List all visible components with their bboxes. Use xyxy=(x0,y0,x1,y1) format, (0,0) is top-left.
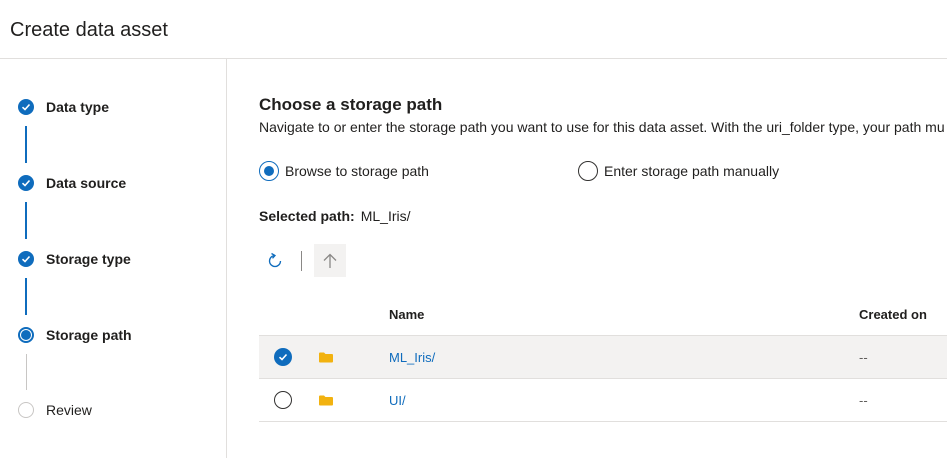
column-header-name[interactable]: Name xyxy=(389,307,424,322)
row-name-link[interactable]: ML_Iris/ xyxy=(389,336,435,378)
step-label: Data type xyxy=(46,99,110,115)
row-name-link[interactable]: UI/ xyxy=(389,379,406,421)
selected-path-value: ML_Iris/ xyxy=(360,208,411,224)
table-header: Name Created on xyxy=(259,295,947,336)
row-created-on: -- xyxy=(859,349,868,365)
step-label: Storage path xyxy=(46,327,132,343)
step-label: Data source xyxy=(46,175,127,191)
selected-path: Selected path: ML_Iris/ xyxy=(259,208,411,224)
row-select-cell xyxy=(274,379,292,421)
folder-icon xyxy=(319,352,333,362)
step-data-source[interactable]: Data source xyxy=(18,173,126,193)
step-label: Review xyxy=(46,402,92,418)
wizard-steps: Data type Data source Storage type Stora… xyxy=(0,59,227,458)
row-select-cell xyxy=(274,336,292,378)
step-label: Storage type xyxy=(46,251,131,267)
step-connector xyxy=(25,202,27,239)
step-data-type[interactable]: Data type xyxy=(18,97,109,117)
step-storage-path[interactable]: Storage path xyxy=(18,325,132,345)
step-connector xyxy=(26,354,27,390)
radio-unchecked-icon[interactable] xyxy=(274,391,292,409)
storage-path-panel: Choose a storage path Navigate to or ent… xyxy=(259,59,947,458)
navigate-up-button[interactable] xyxy=(314,244,346,277)
table-row[interactable]: ML_Iris/ -- xyxy=(259,336,947,379)
radio-unchecked-icon xyxy=(578,161,598,181)
current-step-icon xyxy=(18,327,34,343)
section-title: Choose a storage path xyxy=(259,95,443,114)
folder-icon xyxy=(319,395,333,405)
refresh-icon xyxy=(268,252,282,267)
radio-label: Browse to storage path xyxy=(285,163,429,179)
radio-label: Enter storage path manually xyxy=(604,163,780,179)
selected-path-label: Selected path: xyxy=(259,208,355,224)
pending-step-icon xyxy=(18,402,34,418)
toolbar-divider xyxy=(301,250,302,271)
step-storage-type[interactable]: Storage type xyxy=(18,249,131,269)
folder-icon-cell xyxy=(319,379,333,421)
page-title: Create data asset xyxy=(10,19,168,41)
step-connector xyxy=(25,126,27,163)
radio-enter-path-manually[interactable]: Enter storage path manually xyxy=(578,161,779,181)
row-created-on: -- xyxy=(859,392,868,408)
step-review[interactable]: Review xyxy=(18,400,92,420)
column-header-created-on[interactable]: Created on xyxy=(859,307,927,322)
radio-checked-icon xyxy=(259,161,279,181)
storage-browser-table: Name Created on ML_Iris/ -- UI/ -- xyxy=(259,295,947,422)
refresh-button[interactable] xyxy=(259,244,291,277)
step-connector xyxy=(25,278,27,315)
browser-toolbar xyxy=(259,244,346,277)
checkmark-icon[interactable] xyxy=(274,348,292,366)
page-header: Create data asset xyxy=(0,0,947,59)
check-icon xyxy=(18,251,34,267)
arrow-up-icon xyxy=(323,253,337,268)
folder-icon-cell xyxy=(319,336,333,378)
check-icon xyxy=(18,175,34,191)
section-description: Navigate to or enter the storage path yo… xyxy=(259,119,945,135)
check-icon xyxy=(18,99,34,115)
table-row[interactable]: UI/ -- xyxy=(259,379,947,422)
radio-browse-storage-path[interactable]: Browse to storage path xyxy=(259,161,429,181)
